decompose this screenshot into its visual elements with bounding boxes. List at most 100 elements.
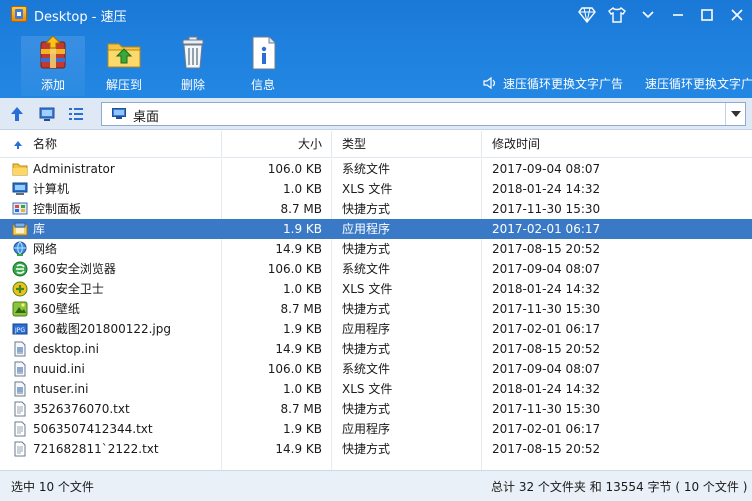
- theme-shirt-icon[interactable]: [604, 4, 630, 26]
- file-row[interactable]: 3526376070.txt 8.7 MB 快捷方式 2017-11-30 15:30: [0, 399, 752, 419]
- file-size: 8.7 MB: [280, 302, 322, 316]
- file-type: 快捷方式: [342, 302, 391, 316]
- column-divider[interactable]: [481, 131, 482, 158]
- address-bar: 桌面: [0, 98, 752, 130]
- add-label: 添加: [40, 78, 65, 92]
- close-icon[interactable]: [724, 4, 750, 26]
- file-size: 1.0 KB: [283, 182, 322, 196]
- control-panel-icon: [12, 201, 28, 217]
- file-type: XLS 文件: [342, 182, 393, 196]
- file-modified: 2017-08-15 20:52: [492, 242, 601, 256]
- file-name: 360安全浏览器: [33, 262, 116, 276]
- file-type: XLS 文件: [342, 282, 393, 296]
- file-name: 计算机: [33, 182, 70, 196]
- file-modified: 2017-02-01 06:17: [492, 422, 601, 436]
- file-name: nuuid.ini: [33, 362, 85, 376]
- column-modified[interactable]: 修改时间: [492, 131, 540, 158]
- file-type: 快捷方式: [342, 402, 391, 416]
- file-modified: 2017-08-15 20:52: [492, 342, 601, 356]
- text-file-icon: [12, 421, 28, 437]
- file-size: 1.0 KB: [283, 382, 322, 396]
- file-size: 8.7 MB: [280, 402, 322, 416]
- file-row[interactable]: ntuser.ini 1.0 KB XLS 文件 2018-01-24 14:32: [0, 379, 752, 399]
- file-list: Administrator 106.0 KB 系统文件 2017-09-04 08:0…: [0, 159, 752, 470]
- file-modified: 2017-02-01 06:17: [492, 222, 601, 236]
- ad-text-primary[interactable]: 速压循环更换文字广告: [503, 75, 623, 92]
- add-button[interactable]: 添加: [21, 35, 85, 96]
- file-modified: 2018-01-24 14:32: [492, 282, 601, 296]
- file-type: 应用程序: [342, 422, 391, 436]
- file-name: 360壁纸: [33, 302, 80, 316]
- address-dropdown-button[interactable]: [725, 103, 745, 125]
- file-row[interactable]: 360安全卫士 1.0 KB XLS 文件 2018-01-24 14:32: [0, 279, 752, 299]
- delete-button[interactable]: 删除: [161, 36, 225, 94]
- file-row[interactable]: 网络 14.9 KB 快捷方式 2017-08-15 20:52: [0, 239, 752, 259]
- network-icon: [12, 241, 28, 257]
- top-bar: Desktop - 速压 添加 解压到 删除 信息 速压循环更换文字广告 速压循…: [0, 0, 752, 98]
- file-type: 系统文件: [342, 162, 391, 176]
- file-name: ntuser.ini: [33, 382, 89, 396]
- file-row[interactable]: 721682811`2122.txt 14.9 KB 快捷方式 2017-08-15 …: [0, 439, 752, 459]
- desktop-icon: [112, 108, 126, 119]
- chevron-down-icon: [730, 111, 741, 117]
- column-name[interactable]: 名称: [33, 131, 57, 158]
- skin-diamond-icon[interactable]: [574, 4, 600, 26]
- file-row[interactable]: 控制面板 8.7 MB 快捷方式 2017-11-30 15:30: [0, 199, 752, 219]
- security-guard-icon: [12, 281, 28, 297]
- file-modified: 2018-01-24 14:32: [492, 382, 601, 396]
- archive-add-icon: [35, 35, 71, 70]
- info-document-icon: [245, 36, 281, 70]
- file-modified: 2017-09-04 08:07: [492, 162, 601, 176]
- list-view-icon[interactable]: [67, 105, 85, 123]
- extract-to-label: 解压到: [105, 78, 142, 92]
- svg-text:JPG: JPG: [14, 327, 25, 334]
- delete-label: 删除: [180, 78, 205, 92]
- menu-dropdown-icon[interactable]: [635, 4, 661, 26]
- file-size: 1.9 KB: [283, 222, 322, 236]
- file-modified: 2017-09-04 08:07: [492, 262, 601, 276]
- file-size: 106.0 KB: [267, 362, 322, 376]
- file-name: Administrator: [33, 162, 115, 176]
- file-row[interactable]: Administrator 106.0 KB 系统文件 2017-09-04 08:0…: [0, 159, 752, 179]
- maximize-icon[interactable]: [694, 4, 720, 26]
- file-type: 系统文件: [342, 362, 391, 376]
- address-path: 桌面: [133, 110, 160, 125]
- file-row[interactable]: JPG 360截图201800122.jpg 1.9 KB 应用程序 2017-02-0…: [0, 319, 752, 339]
- file-row[interactable]: 5063507412344.txt 1.9 KB 应用程序 2017-02-01 06…: [0, 419, 752, 439]
- extract-to-button[interactable]: 解压到: [92, 36, 156, 94]
- file-name: 库: [33, 222, 46, 236]
- address-field[interactable]: 桌面: [101, 102, 746, 126]
- column-divider[interactable]: [331, 131, 332, 158]
- file-row[interactable]: 360壁纸 8.7 MB 快捷方式 2017-11-30 15:30: [0, 299, 752, 319]
- file-type: 快捷方式: [342, 442, 391, 456]
- file-type: 快捷方式: [342, 242, 391, 256]
- column-size[interactable]: 大小: [222, 131, 322, 158]
- file-modified: 2017-09-04 08:07: [492, 362, 601, 376]
- file-size: 1.9 KB: [283, 422, 322, 436]
- sort-ascending-icon: [14, 141, 22, 149]
- file-name: 5063507412344.txt: [33, 422, 153, 436]
- file-size: 106.0 KB: [267, 162, 322, 176]
- file-row[interactable]: 360安全浏览器 106.0 KB 系统文件 2017-09-04 08:07: [0, 259, 752, 279]
- up-arrow-icon[interactable]: [8, 105, 26, 123]
- file-size: 14.9 KB: [275, 242, 322, 256]
- file-row[interactable]: nuuid.ini 106.0 KB 系统文件 2017-09-04 08:07: [0, 359, 752, 379]
- minimize-icon[interactable]: [665, 4, 691, 26]
- file-name: 网络: [33, 242, 58, 256]
- status-bar: 选中 10 个文件 总计 32 个文件夹 和 13554 字节 ( 10 个文件…: [0, 470, 752, 501]
- extract-folder-icon: [106, 36, 142, 70]
- text-file-icon: [12, 441, 28, 457]
- browser-icon: [12, 261, 28, 277]
- file-row[interactable]: 计算机 1.0 KB XLS 文件 2018-01-24 14:32: [0, 179, 752, 199]
- file-type: 快捷方式: [342, 342, 391, 356]
- file-modified: 2017-02-01 06:17: [492, 322, 601, 336]
- thumbnail-view-icon[interactable]: [38, 105, 56, 123]
- file-modified: 2018-01-24 14:32: [492, 182, 601, 196]
- ad-text-secondary[interactable]: 速压循环更换文字广告: [645, 75, 752, 92]
- column-type[interactable]: 类型: [342, 131, 366, 158]
- file-type: 应用程序: [342, 222, 391, 236]
- info-button[interactable]: 信息: [231, 36, 295, 94]
- file-row[interactable]: 库 1.9 KB 应用程序 2017-02-01 06:17: [0, 219, 752, 239]
- file-modified: 2017-08-15 20:52: [492, 442, 601, 456]
- file-row[interactable]: desktop.ini 14.9 KB 快捷方式 2017-08-15 20:52: [0, 339, 752, 359]
